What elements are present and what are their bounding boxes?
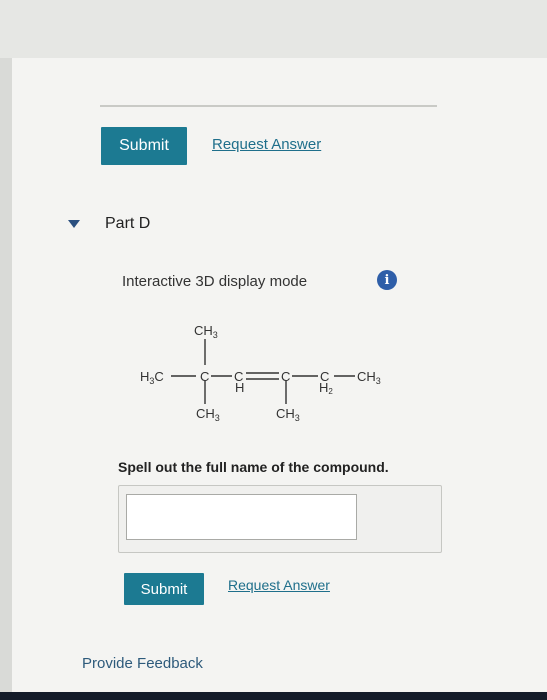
c3-label: C bbox=[281, 369, 290, 384]
molecule-structure: CH3 H3C C C H C C H2 CH3 CH3 CH3 bbox=[140, 323, 381, 423]
request-answer-link[interactable]: Request Answer bbox=[228, 577, 330, 593]
right-ch3-label: CH3 bbox=[357, 369, 381, 386]
bottom-ch3-b-label: CH3 bbox=[276, 406, 300, 423]
provide-feedback-link[interactable]: Provide Feedback bbox=[82, 655, 203, 672]
left-h3c-label: H3C bbox=[140, 369, 164, 386]
answer-input[interactable] bbox=[126, 494, 357, 540]
c1-label: C bbox=[200, 369, 209, 384]
bottom-ch3-a-label: CH3 bbox=[196, 406, 220, 423]
top-ch3-label: CH3 bbox=[194, 323, 218, 340]
c2-hydrogen-label: H bbox=[235, 380, 244, 395]
c4-h2-label: H2 bbox=[319, 380, 333, 396]
taskbar bbox=[0, 692, 547, 700]
question-prompt: Spell out the full name of the compound. bbox=[118, 459, 389, 475]
submit-button[interactable]: Submit bbox=[124, 573, 204, 605]
